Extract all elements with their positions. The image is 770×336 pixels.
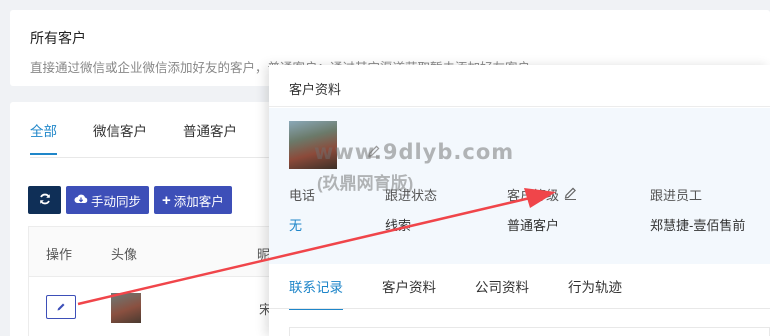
contact-records-panel [289,327,770,336]
refresh-button[interactable] [28,186,61,214]
phone-value: 无 [289,218,303,233]
add-customer-button[interactable]: + 添加客户 [154,186,232,214]
follow-staff-value: 郑慧捷-壹佰售前 [650,218,746,233]
column-header-avatar: 头像 [111,247,138,262]
tab-behavior-trail[interactable]: 行为轨迹 [568,276,622,310]
row-avatar [111,293,141,323]
pencil-icon [56,300,66,315]
cloud-sync-icon [74,193,88,207]
watermark-text: www.9dlyb.com [314,140,515,164]
tab-wechat-customers[interactable]: 微信客户 [93,120,147,155]
edit-level-icon[interactable] [563,186,578,204]
drawer-tabs-divider [269,308,770,309]
drawer-title: 客户资料 [269,65,770,107]
customer-tabs: 全部 微信客户 普通客户 [30,120,273,155]
follow-staff-label: 跟进员工 [650,188,703,203]
plus-icon: + [162,191,171,209]
row-edit-button[interactable] [46,295,76,319]
follow-status-value: 线索 [385,218,412,233]
tab-normal-customers[interactable]: 普通客户 [183,120,237,155]
customer-level-label: 客户等级 [507,188,560,203]
tab-contact-records[interactable]: 联系记录 [289,276,343,310]
tab-customer-info[interactable]: 客户资料 [382,276,436,310]
drawer-tabs: 联系记录 客户资料 公司资料 行为轨迹 [289,276,661,310]
refresh-icon [39,193,51,208]
toolbar: 手动同步 + 添加客户 [28,186,232,214]
tab-all[interactable]: 全部 [30,120,57,155]
manual-sync-label: 手动同步 [91,194,142,209]
follow-status-label: 跟进状态 [385,188,438,203]
profile-summary: www.9dlyb.com (玖鼎网育版) 电话 跟进状态 客户等级 跟进员工 … [269,108,770,264]
column-header-actions: 操作 [46,247,73,262]
add-customer-label: 添加客户 [173,194,224,209]
manual-sync-button[interactable]: 手动同步 [66,186,150,214]
tab-company-info[interactable]: 公司资料 [475,276,529,310]
customer-profile-drawer: 客户资料 www.9dlyb.com (玖鼎网育版) 电话 跟进状态 客户等级 … [269,65,770,336]
customer-level-field: 客户等级 [507,185,578,204]
page-title: 所有客户 [30,30,86,46]
customer-level-value: 普通客户 [507,218,560,233]
phone-label: 电话 [289,188,316,203]
